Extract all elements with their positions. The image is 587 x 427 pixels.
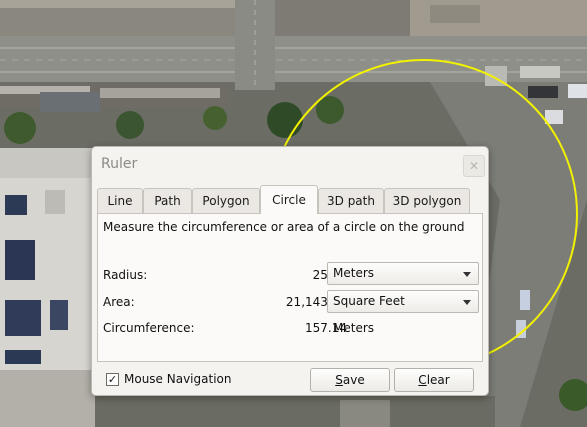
tab-3d-polygon[interactable]: 3D polygon — [384, 188, 470, 213]
chevron-down-icon — [463, 300, 471, 305]
tab-circle[interactable]: Circle — [260, 185, 318, 214]
save-label: ave — [342, 373, 365, 387]
clear-label: lear — [426, 373, 450, 387]
save-mnemonic: S — [335, 373, 343, 387]
circumference-unit: Meters — [333, 321, 375, 335]
tab-polygon[interactable]: Polygon — [192, 188, 260, 213]
clear-mnemonic: C — [418, 373, 427, 387]
clear-button[interactable]: Clear — [394, 368, 474, 392]
ruler-dialog: Ruler ✕ Line Path Polygon Circle 3D path… — [91, 146, 489, 396]
area-unit-value: Square Feet — [333, 294, 405, 308]
chevron-down-icon — [463, 272, 471, 277]
tab-line[interactable]: Line — [97, 188, 143, 213]
mouse-navigation-label: Mouse Navigation — [124, 372, 232, 386]
radius-unit-select[interactable]: Meters — [327, 262, 479, 285]
area-unit-select[interactable]: Square Feet — [327, 290, 479, 313]
panel-description: Measure the circumference or area of a c… — [103, 220, 465, 234]
tab-path[interactable]: Path — [143, 188, 192, 213]
tab-3d-path[interactable]: 3D path — [318, 188, 384, 213]
dialog-title: Ruler — [101, 156, 138, 172]
circle-panel: Measure the circumference or area of a c… — [97, 213, 483, 362]
close-button[interactable]: ✕ — [463, 155, 485, 177]
radius-label: Radius: — [103, 268, 148, 282]
circumference-label: Circumference: — [103, 321, 195, 335]
mouse-navigation-checkbox[interactable]: ✓ — [106, 373, 119, 386]
radius-unit-value: Meters — [333, 266, 375, 280]
close-icon: ✕ — [468, 159, 480, 173]
save-button[interactable]: Save — [310, 368, 390, 392]
area-label: Area: — [103, 295, 135, 309]
